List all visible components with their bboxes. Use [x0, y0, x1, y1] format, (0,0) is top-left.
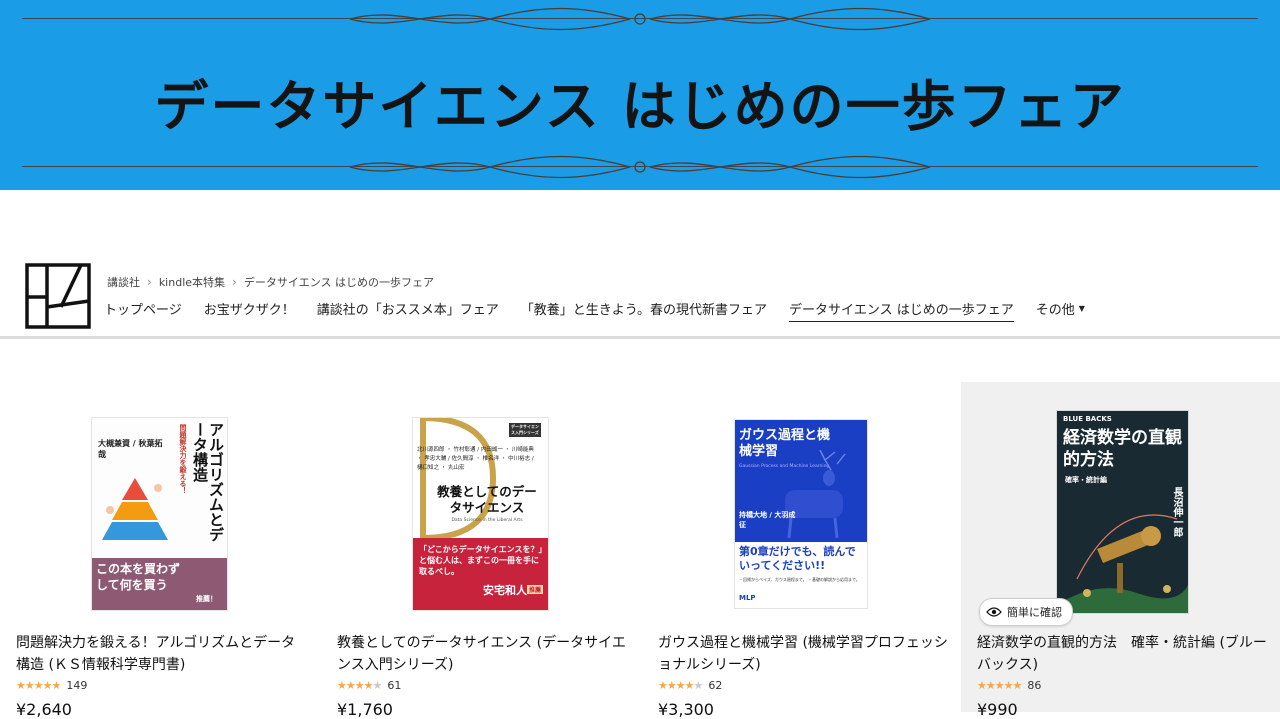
product-rating[interactable]: ★★★★★ 149	[16, 679, 87, 692]
cover-recommend: 推薦！	[196, 595, 217, 603]
cover-publisher-mark: MLP	[739, 594, 756, 602]
quick-view-button[interactable]: 簡単に確認	[979, 598, 1073, 626]
cover-bullets: ・回帰からベイズ、ガウス過程まで。 ・基礎の解説から応用まで。	[739, 577, 860, 582]
nav-item-top[interactable]: トップページ	[104, 299, 182, 321]
rating-count: 86	[1027, 679, 1042, 692]
product-card[interactable]: ガウス過程と機械学習 Gaussian Process and Machine …	[642, 382, 964, 719]
nav-more-label: その他	[1035, 303, 1075, 318]
cover-recommender: 安宅和人	[483, 584, 527, 597]
cover-authors: 北川源四郎 ・ 竹村彰通 / 内田誠一 ・ 川崎能典 ・ 孝忠大輔 / 佐久間淳…	[417, 447, 534, 471]
store-nav: トップページ お宝ザクザク！ 講談社の「おススメ本」フェア 「教養」と生きよう。…	[104, 299, 1107, 322]
cover-banner: この本を買わずして何を買う 推薦！	[92, 558, 227, 610]
cover-authors: 大槻兼資 / 秋葉拓哉	[98, 439, 163, 459]
book-cover-datascience[interactable]: データサイエンス入門シリーズ 北川源四郎 ・ 竹村彰通 / 内田誠一 ・ 川崎能…	[412, 417, 549, 611]
cover-tagline: 問題解決力を鍛える！	[179, 424, 187, 494]
quick-view-label: 簡単に確認	[1007, 606, 1062, 619]
star-rating-icon: ★★★★★	[658, 679, 703, 692]
product-title[interactable]: 経済数学の直観的方法 確率・統計編 (ブルーバックス)	[977, 632, 1267, 676]
nav-more-dropdown[interactable]: その他 ▼	[1036, 299, 1085, 321]
nav-item-shinsho[interactable]: 「教養」と生きよう。春の現代新書フェア	[521, 299, 767, 321]
product-price: ¥3,300	[658, 700, 714, 719]
breadcrumb-link[interactable]: kindle本特集	[159, 274, 225, 290]
breadcrumb-link[interactable]: 講談社	[107, 274, 140, 290]
nav-item-treasure[interactable]: お宝ザクザク！	[204, 299, 295, 321]
rating-count: 62	[708, 679, 723, 692]
cover-subtitle: Data Science in the Liberal Arts	[451, 518, 523, 523]
banner-bottom-rule	[22, 166, 1258, 167]
cover-author: 長沼伸一郎	[1171, 487, 1182, 537]
banner-ornament-top	[349, 7, 931, 31]
product-rating[interactable]: ★★★★★ 61	[337, 679, 401, 692]
cover-series: BLUE BACKS	[1063, 415, 1112, 423]
product-rating[interactable]: ★★★★★ 86	[977, 679, 1041, 692]
cover-catch-band: 第0章だけでも、読んでいってください!! ・回帰からベイズ、ガウス過程まで。 ・…	[735, 542, 867, 608]
cover-quote-band: 「どこからデータサイエンスを？」と悩む人は、まずこの一冊を手に取るべし。 安宅和…	[413, 538, 548, 610]
banner-ornament-bottom	[349, 155, 931, 179]
rating-count: 149	[66, 679, 88, 692]
product-price: ¥2,640	[16, 700, 72, 719]
fair-banner: データサイエンス はじめの一歩フェア	[0, 0, 1280, 190]
breadcrumb-separator-icon: ›	[232, 275, 237, 289]
cover-heading: アルゴリズムとデータ構造	[191, 422, 225, 542]
product-price: ¥1,760	[337, 700, 393, 719]
star-rating-icon: ★★★★★	[977, 679, 1022, 692]
book-cover-economics[interactable]: BLUE BACKS 経済数学の直観的方法 確率・統計編 長沼伸一郎	[1056, 410, 1189, 614]
breadcrumb-current[interactable]: データサイエンス はじめの一歩フェア	[244, 274, 434, 290]
nav-item-recommend[interactable]: 講談社の「おススメ本」フェア	[317, 299, 499, 321]
breadcrumb: 講談社 › kindle本特集 › データサイエンス はじめの一歩フェア	[107, 274, 434, 290]
cover-subtitle: 確率・統計編	[1065, 476, 1107, 484]
product-rating[interactable]: ★★★★★ 62	[658, 679, 722, 692]
product-card[interactable]: BLUE BACKS 経済数学の直観的方法 確率・統計編 長沼伸一郎 簡単に確認…	[961, 382, 1280, 719]
cover-catch: 第0章だけでも、読んでいってください!!	[739, 545, 856, 572]
rating-count: 61	[387, 679, 402, 692]
star-rating-icon: ★★★★★	[337, 679, 382, 692]
banner-title: データサイエンス はじめの一歩フェア	[154, 75, 1126, 138]
nav-item-datascience[interactable]: データサイエンス はじめの一歩フェア	[789, 299, 1014, 322]
product-title[interactable]: 問題解決力を鍛える！アルゴリズムとデータ構造 (ＫＳ情報科学専門書)	[16, 632, 306, 676]
book-cover-algorithm[interactable]: 大槻兼資 / 秋葉拓哉 問題解決力を鍛える！ アルゴリズムとデータ構造 この本を…	[91, 417, 228, 611]
cover-heading: 経済数学の直観的方法	[1063, 428, 1182, 470]
star-rating-icon: ★★★★★	[16, 679, 61, 692]
kodansha-logo[interactable]	[25, 263, 91, 329]
product-title[interactable]: ガウス過程と機械学習 (機械学習プロフェッショナルシリーズ)	[658, 632, 948, 676]
product-card[interactable]: データサイエンス入門シリーズ 北川源四郎 ・ 竹村彰通 / 内田誠一 ・ 川崎能…	[321, 382, 643, 719]
product-card[interactable]: 大槻兼資 / 秋葉拓哉 問題解決力を鍛える！ アルゴリズムとデータ構造 この本を…	[0, 382, 322, 719]
product-price: ¥990	[977, 700, 1018, 719]
cover-series: データサイエンス入門シリーズ	[511, 424, 539, 435]
cover-series-mark: データサイエンス入門シリーズ	[509, 423, 541, 437]
cover-banner-text: この本を買わずして何を買う	[96, 562, 181, 592]
cover-authors: 持橋大地 / 大羽成征	[739, 511, 796, 529]
nav-divider	[0, 336, 1280, 339]
eye-icon	[986, 607, 1002, 617]
cover-recommend: 推薦	[527, 585, 544, 594]
cover-pyramid-illustration	[102, 478, 168, 540]
breadcrumb-separator-icon: ›	[147, 275, 152, 289]
book-cover-gaussian[interactable]: ガウス過程と機械学習 Gaussian Process and Machine …	[734, 419, 868, 609]
cover-quote: 「どこからデータサイエンスを？」と悩む人は、まずこの一冊を手に取るべし。	[419, 545, 543, 576]
cover-heading: 教養としてのデータサイエンス	[437, 484, 537, 515]
caret-down-icon: ▼	[1078, 304, 1085, 313]
product-title[interactable]: 教養としてのデータサイエンス (データサイエンス入門シリーズ)	[337, 632, 627, 676]
